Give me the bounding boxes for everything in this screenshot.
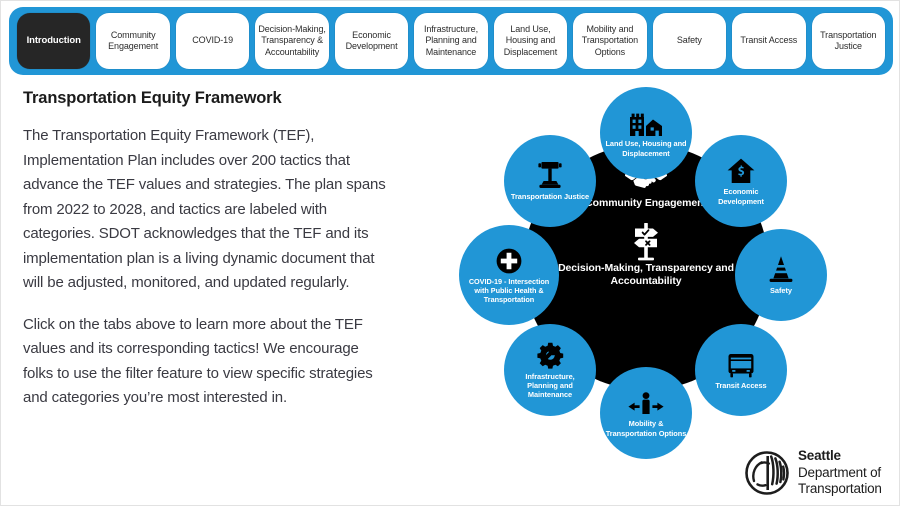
- tab-label: Decision-Making, Transparency & Accounta…: [258, 23, 326, 57]
- wheel-node-label: Mobility & Transportation Options: [605, 419, 687, 438]
- tab-infrastructure-planning-maintenance[interactable]: Infrastructure, Planning and Maintenance: [414, 13, 488, 69]
- bus-icon: [727, 350, 755, 378]
- wheel-node-label: Safety: [770, 285, 792, 295]
- medical-cross-icon: [496, 246, 522, 274]
- sdot-logo: Seattle Department of Transportation: [745, 448, 882, 498]
- wheel-node-land-use-housing-displacement[interactable]: Land Use, Housing and Displacement: [600, 87, 692, 179]
- wheel-node-label: Land Use, Housing and Displacement: [605, 139, 687, 158]
- tef-values-wheel: Community Engagement Decision-Making, Tr…: [453, 87, 839, 459]
- tab-label: Transportation Justice: [820, 29, 877, 52]
- tab-label: Infrastructure, Planning and Maintenance: [423, 23, 478, 57]
- wheel-node-mobility-transportation-options[interactable]: Mobility & Transportation Options: [600, 367, 692, 459]
- tab-transportation-justice[interactable]: Transportation Justice: [811, 13, 885, 69]
- tab-label: Economic Development: [345, 29, 398, 52]
- tab-label: Transit Access: [740, 35, 798, 46]
- pedestrian-arrows-icon: [627, 388, 665, 416]
- tab-covid-19[interactable]: COVID-19: [175, 13, 250, 69]
- traffic-cone-icon: [768, 255, 794, 283]
- intro-copy: Transportation Equity Framework The Tran…: [23, 89, 391, 428]
- tab-transit-access[interactable]: Transit Access: [732, 13, 806, 69]
- tab-label: Introduction: [26, 35, 81, 47]
- signpost-icon: [541, 223, 751, 261]
- intro-paragraph-2: Click on the tabs above to learn more ab…: [23, 315, 373, 407]
- wheel-node-label: Transit Access: [715, 380, 767, 390]
- logo-line-seattle: Seattle: [798, 448, 841, 463]
- tab-label: Safety: [676, 35, 702, 46]
- tab-bar: Introduction Community Engagement COVID-…: [9, 7, 893, 75]
- tab-decision-making[interactable]: Decision-Making, Transparency & Accounta…: [255, 13, 329, 69]
- buildings-icon: [629, 108, 663, 137]
- wheel-node-economic-development[interactable]: Economic Development: [695, 135, 787, 227]
- tab-label: COVID-19: [192, 35, 233, 46]
- tab-label: Mobility and Transportation Options: [581, 23, 639, 57]
- wheel-node-label: Economic Development: [718, 187, 764, 206]
- intro-paragraph-1: The Transportation Equity Framework (TEF…: [23, 127, 386, 291]
- hub-label-decision-making: Decision-Making, Transparency and Accoun…: [558, 262, 734, 287]
- wheel-node-label: COVID-19 - Intersection with Public Heal…: [468, 276, 550, 305]
- gear-wrench-icon: [536, 341, 564, 369]
- tab-mobility-transportation-options[interactable]: Mobility and Transportation Options: [573, 13, 647, 69]
- house-dollar-arrow-icon: [727, 156, 755, 184]
- tab-economic-development[interactable]: Economic Development: [334, 13, 409, 69]
- page-title: Transportation Equity Framework: [23, 89, 282, 107]
- tab-label: Land Use, Housing and Displacement: [503, 23, 558, 57]
- wheel-node-infrastructure-planning-maintenance[interactable]: Infrastructure, Planning and Maintenance: [504, 324, 596, 416]
- wheel-node-transit-access[interactable]: Transit Access: [695, 324, 787, 416]
- logo-line-transportation: Transportation: [798, 481, 882, 496]
- dashboard-page: Introduction Community Engagement COVID-…: [0, 0, 900, 506]
- tab-introduction[interactable]: Introduction: [17, 13, 91, 69]
- wheel-node-label: Infrastructure, Planning and Maintenance: [525, 371, 575, 400]
- wheel-node-covid-19[interactable]: COVID-19 - Intersection with Public Heal…: [459, 225, 559, 325]
- sdot-logo-text: Seattle Department of Transportation: [798, 448, 882, 498]
- hub-item-decision-making: Decision-Making, Transparency and Accoun…: [541, 223, 751, 288]
- seattle-city-seal-icon: [745, 450, 789, 495]
- tab-label: Community Engagement: [108, 29, 159, 52]
- tab-safety[interactable]: Safety: [652, 13, 727, 69]
- wheel-node-safety[interactable]: Safety: [735, 229, 827, 321]
- tab-land-use-housing-displacement[interactable]: Land Use, Housing and Displacement: [493, 13, 568, 69]
- gavel-icon: [537, 161, 563, 189]
- logo-line-department: Department of: [798, 464, 881, 480]
- wheel-node-transportation-justice[interactable]: Transportation Justice: [504, 135, 596, 227]
- wheel-node-label: Transportation Justice: [510, 191, 590, 201]
- tab-community-engagement[interactable]: Community Engagement: [96, 13, 170, 69]
